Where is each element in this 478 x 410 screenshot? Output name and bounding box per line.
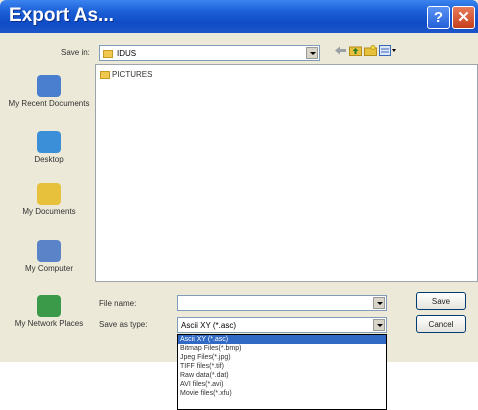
chevron-down-icon[interactable] [373, 319, 385, 331]
type-option[interactable]: Bitmap Files(*.bmp) [178, 344, 386, 353]
my-computer-icon [37, 240, 61, 262]
network-places-icon [37, 295, 61, 317]
recent-documents-icon [37, 75, 61, 97]
help-icon[interactable]: ? [427, 6, 450, 29]
save-in-value: IDUS [117, 49, 137, 58]
folder-icon [103, 49, 115, 58]
type-option[interactable]: Jpeg Files(*.jpg) [178, 353, 386, 362]
file-name: PICTURES [112, 70, 153, 79]
filename-field[interactable] [177, 295, 387, 311]
type-option[interactable]: TIFF files(*.tif) [178, 362, 386, 371]
cancel-button[interactable]: Cancel [416, 315, 466, 333]
place-label: My Computer [24, 264, 73, 273]
export-dialog: Export As... ? ✕ Save in: IDUS My Recent… [0, 0, 478, 362]
type-dropdown-list[interactable]: Ascii XY (*.asc) Bitmap Files(*.bmp) Jpe… [177, 334, 387, 410]
type-option[interactable]: Raw data(*.dat) [178, 371, 386, 380]
place-desktop[interactable]: Desktop [6, 131, 92, 164]
place-label: My Recent Documents [8, 99, 90, 108]
places-bar: My Recent Documents Desktop My Documents… [6, 63, 92, 353]
place-recent-documents[interactable]: My Recent Documents [6, 75, 92, 108]
list-item[interactable]: PICTURES [100, 70, 152, 79]
dialog-title: Export As... [9, 5, 114, 26]
chevron-down-icon[interactable] [373, 297, 385, 309]
place-label: Desktop [34, 155, 64, 164]
desktop-icon [37, 131, 61, 153]
place-label: My Network Places [14, 319, 84, 328]
type-option[interactable]: Movie files(*.xfu) [178, 389, 386, 398]
place-network-places[interactable]: My Network Places [6, 295, 92, 328]
type-option[interactable]: Ascii XY (*.asc) [178, 335, 386, 344]
save-button[interactable]: Save [416, 292, 466, 310]
type-value: Ascii XY (*.asc) [181, 321, 236, 330]
folder-icon [100, 70, 110, 79]
back-icon[interactable] [334, 45, 347, 56]
place-my-computer[interactable]: My Computer [6, 240, 92, 273]
filename-label: File name: [99, 299, 137, 308]
type-option[interactable]: AVI files(*.avi) [178, 380, 386, 389]
title-bar[interactable]: Export As... ? ✕ [0, 0, 478, 33]
place-label: My Documents [22, 207, 76, 216]
up-folder-icon[interactable] [349, 45, 362, 56]
type-label: Save as type: [99, 320, 148, 329]
type-select[interactable]: Ascii XY (*.asc) [177, 317, 387, 333]
file-list[interactable]: PICTURES [95, 64, 478, 282]
my-documents-icon [37, 183, 61, 205]
save-in-select[interactable]: IDUS [99, 45, 320, 61]
views-menu-icon[interactable] [379, 45, 397, 56]
place-my-documents[interactable]: My Documents [6, 183, 92, 216]
chevron-down-icon[interactable] [306, 47, 318, 59]
close-icon[interactable]: ✕ [452, 6, 475, 29]
new-folder-icon[interactable] [364, 45, 377, 56]
save-in-label: Save in: [61, 48, 90, 57]
